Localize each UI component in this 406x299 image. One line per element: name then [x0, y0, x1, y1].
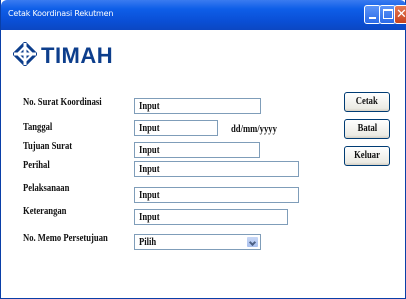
- tanggal-value: Input: [139, 123, 160, 134]
- batal-button[interactable]: Batal: [344, 119, 390, 139]
- date-format-hint: dd/mm/yyyy: [231, 124, 277, 135]
- pelaksanaan-input[interactable]: Input: [134, 187, 299, 203]
- tanggal-input[interactable]: Input: [134, 120, 218, 136]
- no-memo-selected-value: Pilih: [139, 237, 157, 248]
- label-no-memo: No. Memo Persetujuan: [23, 233, 108, 244]
- logo-text: TIMAH: [41, 43, 114, 68]
- app-window: Cetak Koordinasi Rekutmen ✕ TIMAH No. Su…: [0, 0, 406, 299]
- keluar-button[interactable]: Keluar: [344, 146, 390, 166]
- no-surat-value: Input: [139, 101, 160, 112]
- close-icon: ✕: [396, 7, 406, 22]
- tujuan-surat-input[interactable]: Input: [134, 142, 260, 158]
- window-title: Cetak Koordinasi Rekutmen: [8, 9, 114, 18]
- no-surat-input[interactable]: Input: [134, 98, 261, 114]
- cetak-button[interactable]: Cetak: [344, 92, 390, 112]
- cetak-button-label: Cetak: [356, 96, 378, 107]
- no-memo-select[interactable]: Pilih: [134, 234, 261, 250]
- label-tanggal: Tanggal: [23, 122, 53, 133]
- keluar-button-label: Keluar: [354, 150, 380, 161]
- keterangan-value: Input: [139, 212, 160, 223]
- label-perihal: Perihal: [23, 160, 50, 171]
- keterangan-input[interactable]: Input: [134, 209, 288, 225]
- perihal-value: Input: [139, 164, 160, 175]
- timah-logo-icon: [13, 42, 37, 66]
- close-button[interactable]: ✕: [394, 5, 406, 24]
- label-no-surat: No. Surat Koordinasi: [23, 97, 102, 108]
- pelaksanaan-value: Input: [139, 190, 160, 201]
- maximize-icon: [383, 9, 393, 19]
- perihal-input[interactable]: Input: [134, 161, 299, 177]
- minimize-icon: [369, 17, 376, 19]
- label-keterangan: Keterangan: [23, 206, 67, 217]
- chevron-down-icon[interactable]: [246, 236, 259, 248]
- label-tujuan-surat: Tujuan Surat: [23, 141, 73, 152]
- batal-button-label: Batal: [357, 123, 377, 134]
- label-pelaksanaan: Pelaksanaan: [23, 183, 70, 194]
- title-bar[interactable]: Cetak Koordinasi Rekutmen ✕: [1, 0, 406, 30]
- tujuan-surat-value: Input: [139, 145, 160, 156]
